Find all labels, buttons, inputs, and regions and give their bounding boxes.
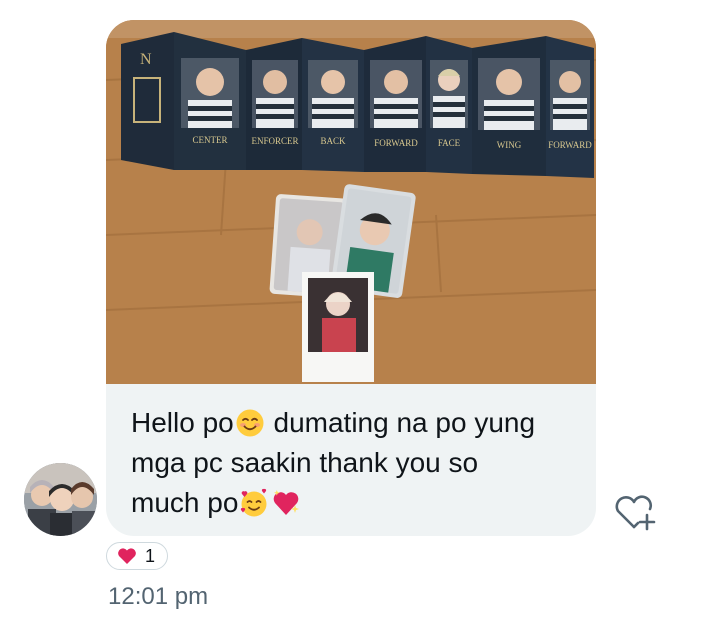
folded-card-strip: N CENTER ENFORCER BACK FORWARD FACE WING… [121, 32, 594, 178]
message-line-2: mga pc saakin thank you so [131, 447, 479, 478]
card-label-4: FORWARD [374, 138, 418, 148]
smiling-face-with-smiling-eyes-icon [235, 408, 265, 438]
message-line-1a: Hello po [131, 407, 234, 438]
message-line-3: much po [131, 487, 239, 518]
message-text: Hello po dumating na po yung mga pc saak… [131, 403, 581, 523]
sender-avatar[interactable] [24, 463, 97, 536]
reaction-count: 1 [145, 545, 156, 566]
card-label-2: ENFORCER [251, 136, 298, 146]
smiling-face-with-hearts-icon [239, 488, 269, 518]
svg-text:N: N [140, 51, 152, 68]
message-bubble[interactable]: N CENTER ENFORCER BACK FORWARD FACE WING… [106, 20, 596, 536]
heart-plus-icon [615, 495, 656, 531]
sparkling-heart-icon [271, 488, 301, 518]
card-label-6: WING [497, 140, 522, 150]
heart-icon [118, 548, 136, 564]
add-reaction-button[interactable] [612, 493, 658, 533]
dm-conversation: N CENTER ENFORCER BACK FORWARD FACE WING… [0, 0, 720, 639]
message-timestamp: 12:01 pm [108, 583, 209, 610]
message-line-1b: dumating na po yung [265, 407, 536, 438]
card-label-3: BACK [320, 136, 346, 146]
attached-photo[interactable]: N CENTER ENFORCER BACK FORWARD FACE WING… [106, 20, 596, 384]
reaction-pill[interactable]: 1 [106, 542, 169, 570]
card-label-1: CENTER [193, 135, 228, 145]
card-label-7: FORWARD [548, 140, 592, 150]
card-label-5: FACE [438, 138, 461, 148]
